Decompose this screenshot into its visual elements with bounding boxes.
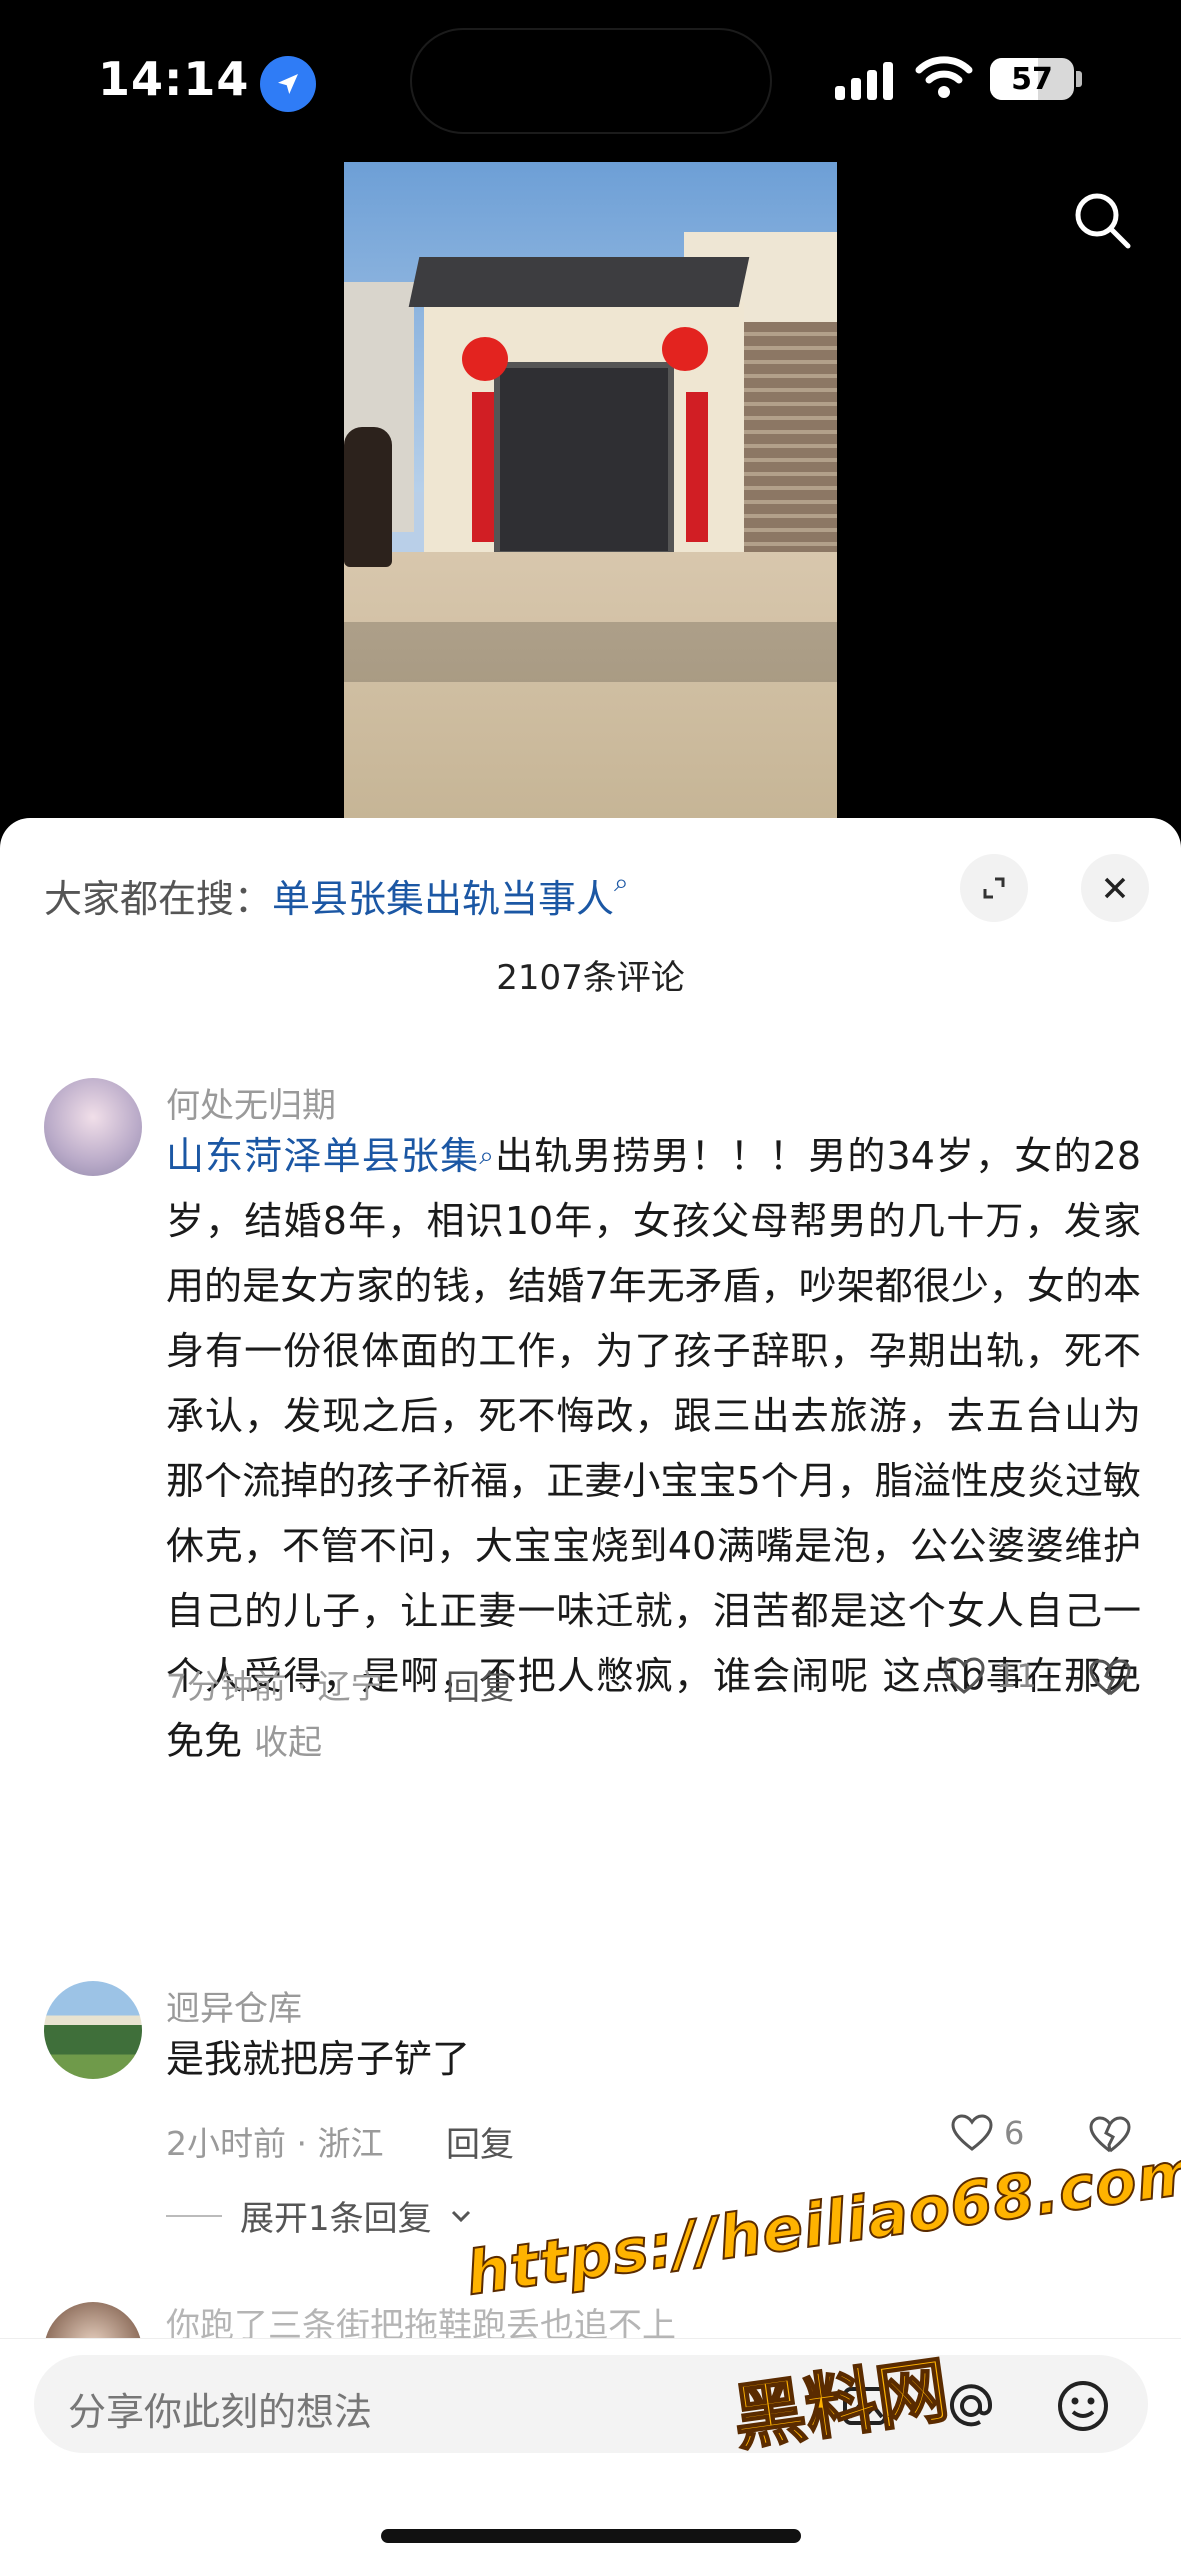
close-icon bbox=[1104, 877, 1126, 899]
chevron-down-icon bbox=[451, 2210, 470, 2222]
reply-button[interactable]: 回复 bbox=[446, 2117, 514, 2166]
cellular-signal-icon bbox=[835, 60, 893, 100]
reply-button[interactable]: 回复 bbox=[446, 1660, 514, 1709]
home-indicator[interactable] bbox=[381, 2529, 801, 2543]
wifi-icon bbox=[915, 56, 973, 98]
comment-username[interactable]: 何处无归期 bbox=[166, 1078, 336, 1127]
like-count: 11 bbox=[996, 1657, 1037, 1695]
divider-line bbox=[166, 2214, 222, 2217]
like-count: 6 bbox=[1004, 2114, 1025, 2152]
dynamic-island bbox=[410, 28, 772, 134]
hot-search-bar[interactable]: 大家都在搜：单县张集出轨当事人⌕ bbox=[44, 868, 629, 923]
expand-button[interactable] bbox=[960, 854, 1028, 922]
heart-icon bbox=[951, 2114, 993, 2151]
status-bar: 14:14 57 bbox=[0, 0, 1181, 160]
avatar[interactable] bbox=[44, 1078, 142, 1176]
emoji-button[interactable] bbox=[1052, 2375, 1114, 2437]
expand-icon bbox=[983, 877, 1005, 899]
fold-link[interactable]: 收起 bbox=[254, 1723, 322, 1763]
search-small-icon: ⌕ bbox=[479, 1141, 494, 1171]
like-button[interactable]: 11 bbox=[942, 1656, 1037, 1696]
expand-replies-button[interactable]: 展开1条回复 bbox=[166, 2191, 472, 2240]
comment-sheet: 大家都在搜：单县张集出轨当事人⌕ 2107条评论 何处无归期 山东菏泽单县张集⌕… bbox=[0, 818, 1181, 2560]
avatar[interactable] bbox=[44, 1981, 142, 2079]
search-small-icon: ⌕ bbox=[614, 868, 629, 898]
person-figure bbox=[344, 427, 392, 567]
comment-text: 是我就把房子铲了 bbox=[166, 2037, 471, 2081]
video-player[interactable] bbox=[344, 162, 837, 818]
heart-icon bbox=[943, 1657, 985, 1694]
battery-level: 57 bbox=[1011, 61, 1053, 97]
comment-count: 2107条评论 bbox=[496, 958, 685, 998]
smiley-icon bbox=[1058, 2381, 1108, 2431]
comment-meta: 7分钟前 · 辽宁 bbox=[166, 1667, 384, 1706]
status-time: 14:14 bbox=[98, 52, 250, 106]
hot-search-prefix: 大家都在搜： bbox=[44, 877, 273, 921]
search-icon[interactable] bbox=[1070, 188, 1134, 252]
hot-search-keyword[interactable]: 单县张集出轨当事人 bbox=[272, 877, 614, 921]
comment-username[interactable]: 迥异仓库 bbox=[166, 1981, 302, 2030]
input-placeholder: 分享你此刻的想法 bbox=[68, 2390, 373, 2434]
like-button[interactable]: 6 bbox=[950, 2113, 1024, 2153]
topic-link[interactable]: 山东菏泽单县张集 bbox=[166, 1134, 479, 1178]
location-arrow-icon bbox=[260, 56, 316, 112]
comment-meta: 2小时前 · 浙江 bbox=[166, 2124, 384, 2163]
comment-input-bar: 分享你此刻的想法 bbox=[0, 2338, 1181, 2560]
expand-replies-label: 展开1条回复 bbox=[240, 2199, 432, 2239]
broken-heart-icon[interactable] bbox=[1088, 1658, 1132, 1698]
close-button[interactable] bbox=[1081, 854, 1149, 922]
battery-icon: 57 bbox=[990, 58, 1074, 100]
screen: 14:14 57 大家都在搜：单县张集出轨当事人⌕ 2107条评论 何处无归期 … bbox=[0, 0, 1181, 2560]
